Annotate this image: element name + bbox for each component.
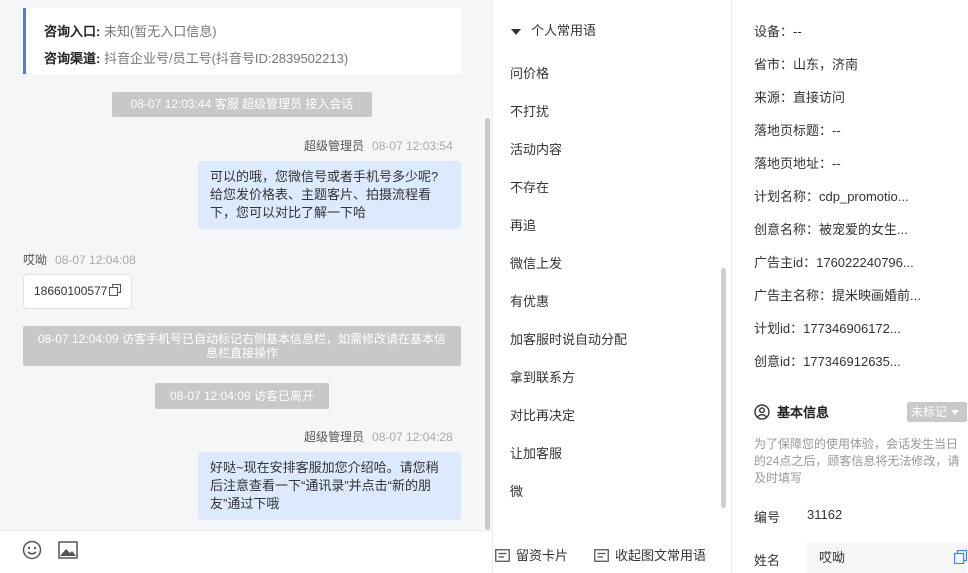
phrase-item[interactable]: 微 — [510, 481, 523, 500]
image-icon[interactable] — [58, 541, 78, 562]
collapse-phrases-label: 收起图文常用语 — [615, 548, 707, 563]
phrase-item[interactable]: 让加客服 — [510, 443, 562, 462]
visitor-message-bubble: 18660100577 — [23, 274, 133, 309]
chat-scrollbar[interactable] — [485, 118, 490, 530]
tag-dropdown[interactable]: 未标记 — [907, 402, 967, 422]
caret-down-icon — [951, 410, 960, 416]
number-label: 编号 — [754, 510, 781, 525]
visitor-info-panel: 设备：-- 省市：山东，济南 来源：直接访问 落地页标题：-- 落地页地址：--… — [731, 0, 968, 573]
sender-time: 08-07 12:04:08 — [55, 253, 136, 267]
phrases-scrollbar[interactable] — [721, 268, 726, 508]
collapse-phrases-button[interactable]: 收起图文常用语 — [594, 545, 706, 564]
chat-panel: 咨询入口: 未知(暂无入口信息) 咨询渠道: 抖音企业号/员工号(抖音号ID:2… — [0, 0, 492, 573]
consult-entry-card: 咨询入口: 未知(暂无入口信息) 咨询渠道: 抖音企业号/员工号(抖音号ID:2… — [23, 8, 461, 74]
info-creative-id: 创意id：177346912635... — [754, 354, 901, 369]
info-creative-name: 创意名称：被宠爱的女生... — [754, 222, 908, 237]
basic-info-header: 基本信息 — [754, 402, 829, 421]
channel-label: 咨询渠道: — [44, 51, 101, 66]
system-message: 08-07 12:03:44 客服 超级管理员 接入会话 — [112, 92, 372, 117]
copy-icon[interactable] — [109, 276, 122, 308]
visitor-sender: 哎呦 08-07 12:04:08 — [23, 251, 136, 268]
agent-sender: 超级管理员 08-07 12:03:54 — [304, 137, 453, 154]
system-message: 08-07 12:04:09 访客已离开 — [155, 383, 329, 409]
phrase-item[interactable]: 对比再决定 — [510, 405, 575, 424]
caret-down-icon — [511, 28, 521, 35]
phrase-item[interactable]: 拿到联系方 — [510, 367, 575, 386]
entry-row: 咨询入口: 未知(暂无入口信息) — [44, 18, 461, 45]
info-plan-id: 计划id：177346906172... — [754, 321, 901, 336]
card-icon — [495, 549, 510, 562]
copy-icon[interactable] — [954, 550, 967, 564]
basic-info-title: 基本信息 — [777, 405, 830, 420]
card-icon — [594, 549, 609, 562]
smiley-icon[interactable] — [22, 540, 42, 563]
input-toolbar — [0, 530, 492, 573]
sender-name: 超级管理员 — [304, 139, 365, 153]
channel-row: 咨询渠道: 抖音企业号/员工号(抖音号ID:2839502213) — [44, 45, 461, 72]
info-region: 省市：山东，济南 — [754, 57, 859, 72]
phrases-header-label: 个人常用语 — [531, 23, 597, 38]
edit-notice: 为了保障您的使用体验，会话发生当日的24点之后，顾客信息将无法修改，请及时填写 — [754, 437, 960, 485]
name-label: 姓名 — [754, 553, 781, 568]
info-source: 来源：直接访问 — [754, 90, 846, 105]
agent-sender: 超级管理员 08-07 12:04:28 — [304, 428, 453, 445]
phrase-item[interactable]: 加客服时说自动分配 — [510, 329, 627, 348]
channel-value: 抖音企业号/员工号(抖音号ID:2839502213) — [103, 51, 349, 66]
sender-name: 哎呦 — [23, 253, 48, 267]
tag-label: 未标记 — [911, 405, 948, 419]
system-message: 08-07 12:04:09 访客手机号已自动标记右侧基本信息栏，如需修改请在基… — [23, 326, 461, 366]
info-device: 设备：-- — [754, 24, 802, 39]
info-advertiser-name: 广告主名称：提米映画婚前... — [754, 288, 921, 303]
entry-value: 未知(暂无入口信息) — [103, 24, 217, 39]
sender-name: 超级管理员 — [304, 430, 365, 444]
agent-message-bubble: 可以的哦，您微信号或者手机号多少呢?给您发价格表、主题客片、拍摄流程看下，您可以… — [198, 161, 461, 229]
agent-message-bubble: 好哒~现在安排客服加您介绍哈。请您稍后注意查看一下“通讯录”并点击“新的朋友”通… — [198, 452, 461, 520]
name-value: 哎呦 — [819, 550, 846, 565]
phrase-item[interactable]: 再追 — [510, 215, 536, 234]
name-field[interactable]: 哎呦 — [807, 542, 967, 573]
entry-label: 咨询入口: — [44, 24, 101, 39]
phrase-item[interactable]: 不存在 — [510, 177, 549, 196]
number-value: 31162 — [807, 507, 843, 522]
info-advertiser-id: 广告主id：176022240796... — [754, 255, 914, 270]
info-landing-title: 落地页标题：-- — [754, 123, 841, 138]
phrases-header[interactable]: 个人常用语 — [511, 20, 596, 39]
info-plan-name: 计划名称：cdp_promotio... — [754, 189, 909, 204]
sender-time: 08-07 12:03:54 — [372, 139, 453, 153]
phrase-item[interactable]: 活动内容 — [510, 139, 562, 158]
phrase-item[interactable]: 微信上发 — [510, 253, 562, 272]
user-icon — [754, 404, 770, 420]
phrase-item[interactable]: 不打扰 — [510, 101, 549, 120]
sender-time: 08-07 12:04:28 — [372, 430, 453, 444]
info-landing-url: 落地页地址：-- — [754, 156, 841, 171]
phrases-panel: 个人常用语 问价格 不打扰 活动内容 不存在 再追 微信上发 有优惠 加客服时说… — [492, 0, 730, 573]
phrase-item[interactable]: 问价格 — [510, 63, 549, 82]
visitor-phone: 18660100577 — [34, 284, 108, 298]
info-card-label: 留资卡片 — [516, 548, 569, 563]
phrase-item[interactable]: 有优惠 — [510, 291, 549, 310]
info-card-button[interactable]: 留资卡片 — [495, 545, 568, 564]
